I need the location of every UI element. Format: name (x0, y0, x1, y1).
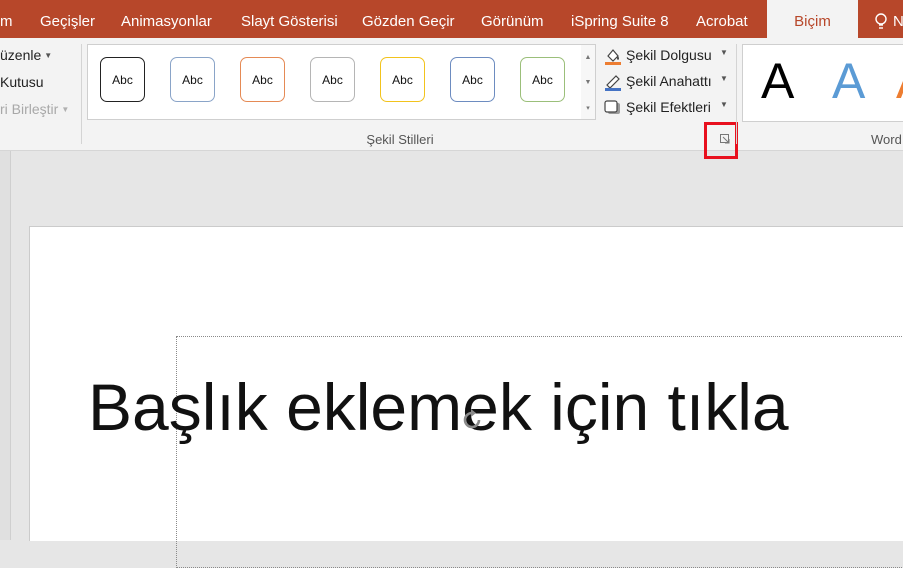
shape-effects-icon (604, 100, 620, 114)
wordart-style-blue[interactable]: A (832, 49, 865, 113)
ribbon-tab-bar: m Geçişler Animasyonlar Slayt Gösterisi … (0, 0, 903, 38)
paint-bucket-icon (605, 49, 621, 65)
tab-gorunum[interactable]: Görünüm (481, 0, 544, 38)
wordart-style-black[interactable]: A (761, 49, 794, 113)
chevron-down-icon: ▼ (720, 74, 728, 83)
shape-style-swatch[interactable]: Abc (100, 57, 145, 102)
tab-acrobat[interactable]: Acrobat (696, 0, 748, 38)
shape-style-swatch[interactable]: Abc (310, 57, 355, 102)
tab-ekle-partial[interactable]: m (0, 0, 13, 38)
shape-style-swatch[interactable]: Abc (520, 57, 565, 102)
arrange-button[interactable]: üzenle ▼ (0, 47, 52, 63)
chevron-down-icon: ▼ (44, 51, 53, 60)
gallery-scroll: ▲ ▼ ▾ (581, 44, 596, 120)
pen-icon (605, 75, 621, 91)
ribbon: üzenle ▼ Kutusu ri Birleştir ▼ Abc Abc Abc… (0, 38, 903, 159)
shape-style-swatch[interactable]: Abc (450, 57, 495, 102)
shape-effects-button[interactable]: Şekil Efektleri ▼ (603, 96, 729, 118)
tab-slayt-gosterisi[interactable]: Slayt Gösterisi (241, 0, 338, 38)
shape-styles-gallery: Abc Abc Abc Abc Abc Abc Abc (87, 44, 582, 120)
merge-shapes-button[interactable]: ri Birleştir ▼ (0, 101, 69, 117)
tab-gozden-gecir[interactable]: Gözden Geçir (362, 0, 455, 38)
wordart-group-label: Word (871, 132, 902, 147)
text-box-button[interactable]: Kutusu (0, 74, 44, 90)
chevron-down-icon: ▼ (720, 48, 728, 57)
scroll-down-icon[interactable]: ▼ (581, 70, 595, 95)
chevron-down-icon: ▼ (720, 100, 728, 109)
tab-bicim[interactable]: Biçim (767, 0, 858, 38)
tab-animasyonlar[interactable]: Animasyonlar (121, 0, 212, 38)
title-placeholder-text[interactable]: Başlık eklemek için tıkla (88, 369, 789, 445)
slide-thumbnail-pane[interactable] (0, 151, 11, 540)
gallery-more-icon[interactable]: ▾ (581, 95, 595, 120)
shape-fill-button[interactable]: Şekil Dolgusu ▼ (603, 44, 729, 66)
group-divider (736, 44, 737, 144)
shape-style-swatch[interactable]: Abc (170, 57, 215, 102)
wordart-style-orange[interactable]: A (896, 49, 903, 113)
wordart-styles-gallery: A A A (742, 44, 903, 122)
tab-gecisler[interactable]: Geçişler (40, 0, 95, 38)
shape-style-swatch[interactable]: Abc (380, 57, 425, 102)
group-divider (81, 44, 82, 144)
chevron-down-icon: ▼ (61, 105, 70, 114)
rotate-handle-icon[interactable] (457, 405, 487, 435)
highlight-box (704, 122, 738, 159)
shape-outline-button[interactable]: Şekil Anahattı ▼ (603, 70, 729, 92)
shape-style-swatch[interactable]: Abc (240, 57, 285, 102)
scroll-up-icon[interactable]: ▲ (581, 45, 595, 70)
slide-canvas[interactable]: Başlık eklemek için tıkla (29, 226, 903, 568)
tab-ispring-suite[interactable]: iSpring Suite 8 (571, 0, 669, 38)
lightbulb-icon[interactable] (874, 13, 888, 31)
shape-styles-group-label: Şekil Stilleri (366, 132, 434, 147)
tell-me-label[interactable]: N (893, 0, 903, 38)
